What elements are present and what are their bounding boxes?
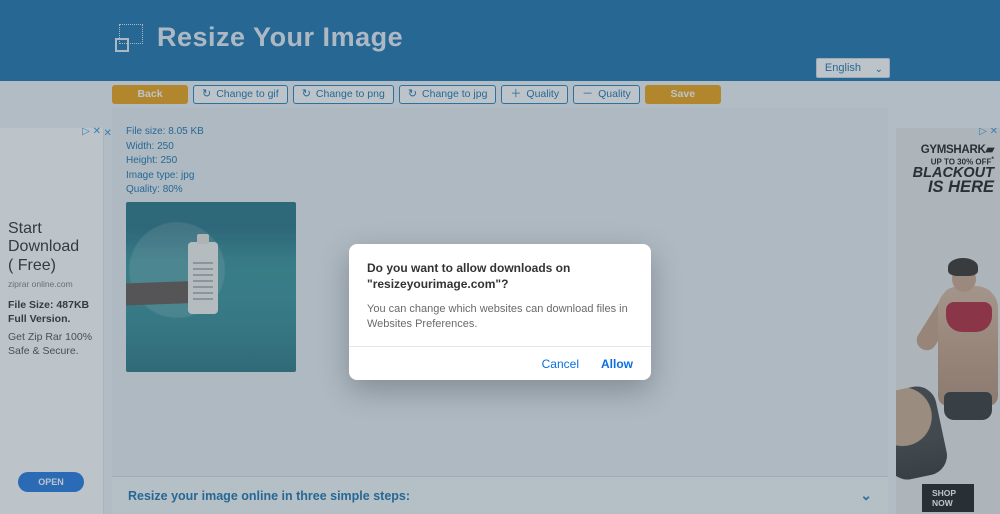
dialog-title: Do you want to allow downloads on "resiz… (367, 260, 633, 292)
dialog-actions: Cancel Allow (349, 346, 651, 380)
dialog-text: You can change which websites can downlo… (367, 302, 633, 332)
allow-button[interactable]: Allow (601, 357, 633, 371)
cancel-button[interactable]: Cancel (542, 357, 579, 371)
download-permission-dialog: Do you want to allow downloads on "resiz… (349, 244, 651, 380)
